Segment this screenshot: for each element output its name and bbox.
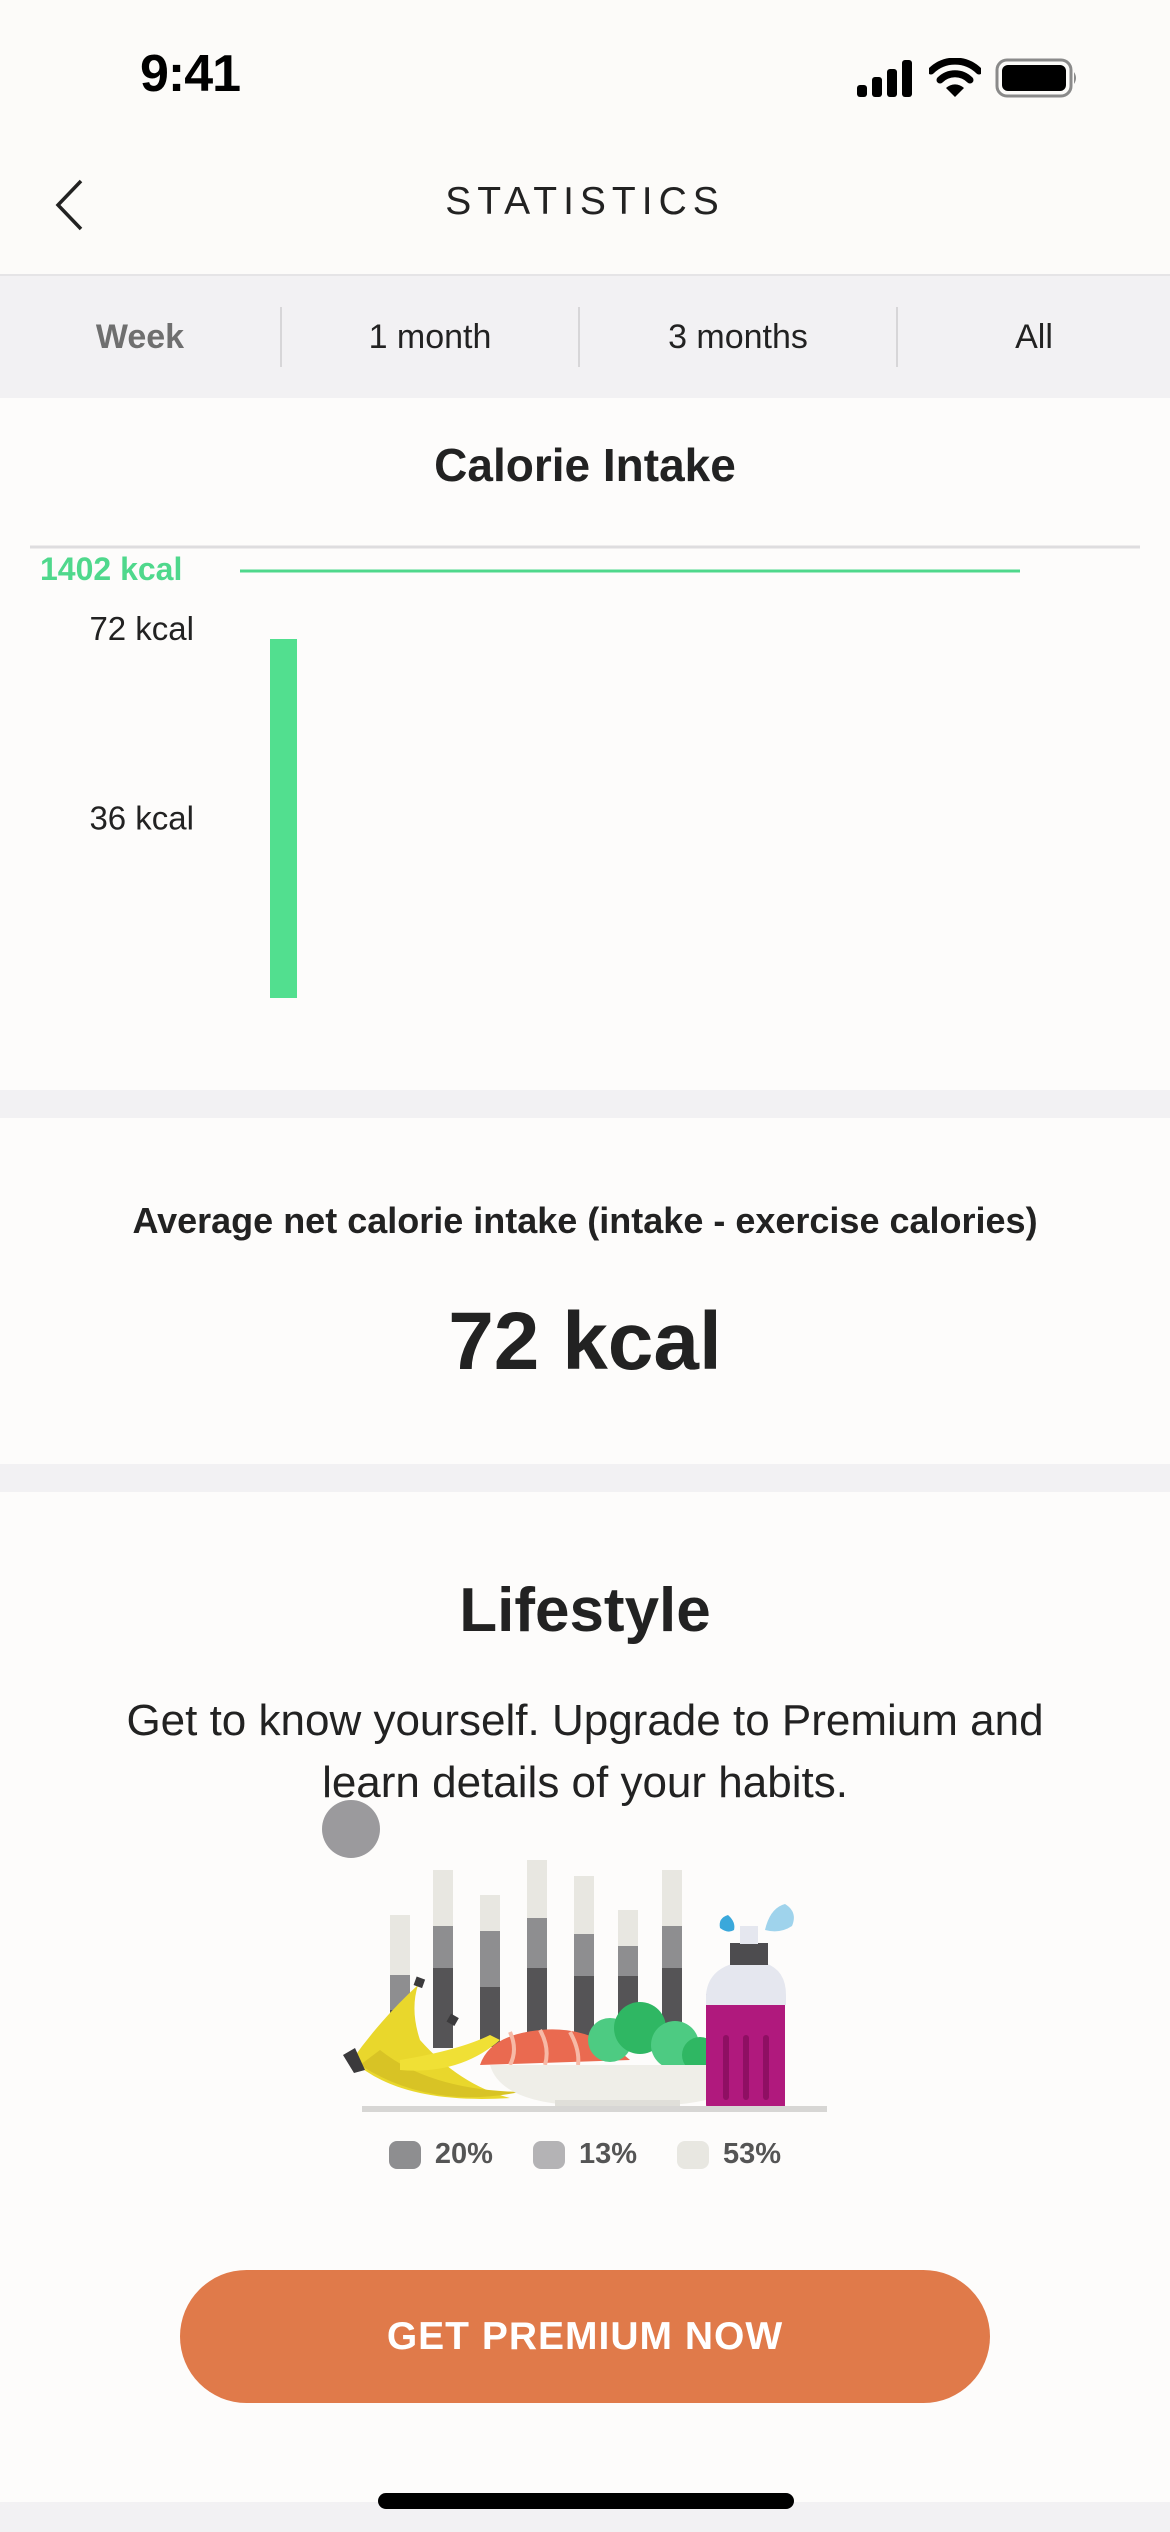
table-surface bbox=[362, 2106, 827, 2112]
legend-swatch bbox=[388, 2140, 421, 2169]
lifestyle-title: Lifestyle bbox=[459, 1576, 711, 1645]
lifestyle-illustration bbox=[343, 1860, 827, 2112]
lifestyle-legend: 20% 13% 53% bbox=[0, 2138, 1170, 2171]
section-divider bbox=[0, 1464, 1170, 1492]
average-card bbox=[0, 1118, 1170, 1464]
lifestyle-description: Get to know yourself. Upgrade to Premium… bbox=[126, 1696, 1044, 1807]
legend-item: 53% bbox=[677, 2138, 781, 2171]
legend-label: 53% bbox=[723, 2138, 782, 2170]
legend-item: 13% bbox=[532, 2138, 638, 2171]
legend-item: 20% bbox=[388, 2138, 493, 2171]
water-bottle-icon bbox=[706, 1904, 794, 2110]
legend-swatch bbox=[677, 2140, 710, 2169]
average-value: 72 kcal bbox=[448, 1296, 722, 1387]
y-tick-label: 72 kcal bbox=[89, 610, 194, 647]
legend-swatch bbox=[532, 2140, 565, 2169]
y-tick-label: 36 kcal bbox=[89, 800, 194, 837]
section-divider bbox=[0, 1090, 1170, 1118]
legend-label: 20% bbox=[434, 2138, 493, 2170]
average-label: Average net calorie intake (intake - exe… bbox=[132, 1200, 1038, 1241]
goal-label: 1402 kcal bbox=[40, 551, 182, 587]
calorie-chart: 1402 kcal 72 kcal 36 kcal bbox=[30, 545, 1140, 998]
home-indicator[interactable] bbox=[378, 2493, 794, 2509]
calorie-bar[interactable] bbox=[270, 639, 297, 998]
touch-indicator bbox=[322, 1800, 380, 1858]
broccoli-icon bbox=[588, 2002, 718, 2073]
legend-label: 13% bbox=[578, 2138, 638, 2170]
get-premium-button[interactable]: GET PREMIUM NOW bbox=[180, 2270, 990, 2403]
